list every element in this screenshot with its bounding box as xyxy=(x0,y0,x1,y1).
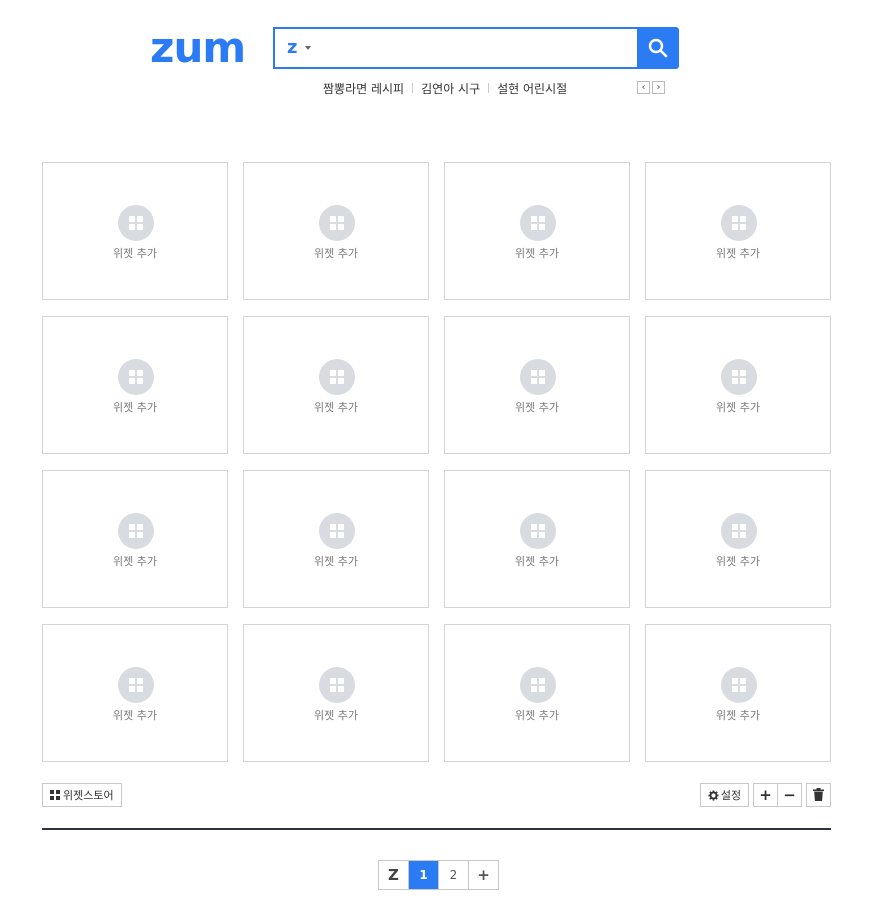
add-widget-tile[interactable]: 위젯 추가 xyxy=(645,470,831,608)
add-widget-tile[interactable]: 위젯 추가 xyxy=(444,162,630,300)
add-widget-tile[interactable]: 위젯 추가 xyxy=(42,624,228,762)
widget-store-label: 위젯스토어 xyxy=(63,789,114,802)
trending-keyword[interactable]: 짬뽕라면 레시피 xyxy=(323,80,404,97)
add-widget-tile[interactable]: 위젯 추가 xyxy=(444,470,630,608)
settings-label: 설정 xyxy=(720,789,742,802)
add-widget-label: 위젯 추가 xyxy=(716,709,760,722)
search-icon xyxy=(648,38,668,58)
add-widget-tile[interactable]: 위젯 추가 xyxy=(444,316,630,454)
widget-add-icon xyxy=(118,359,154,395)
gear-icon xyxy=(708,789,719,801)
widget-add-icon xyxy=(319,359,355,395)
trash-icon xyxy=(813,788,824,801)
search-input[interactable] xyxy=(317,33,631,65)
widget-add-icon xyxy=(520,667,556,703)
add-widget-label: 위젯 추가 xyxy=(515,247,559,260)
widget-add-icon xyxy=(520,513,556,549)
widget-add-icon xyxy=(319,513,355,549)
search-button[interactable] xyxy=(637,27,679,69)
widget-add-icon xyxy=(118,205,154,241)
divider xyxy=(42,828,831,830)
search-box: z xyxy=(273,27,639,69)
keyword-separator xyxy=(412,83,414,93)
widget-add-icon xyxy=(721,667,757,703)
settings-button[interactable]: 설정 xyxy=(700,783,749,807)
keyword-nav: ‹ › xyxy=(637,81,665,94)
add-widget-label: 위젯 추가 xyxy=(515,709,559,722)
add-widget-label: 위젯 추가 xyxy=(314,247,358,260)
add-widget-label: 위젯 추가 xyxy=(314,555,358,568)
add-widget-tile[interactable]: 위젯 추가 xyxy=(243,162,429,300)
page-pager: Z 1 2 + xyxy=(378,860,499,890)
add-widget-label: 위젯 추가 xyxy=(314,709,358,722)
column-size-controls: + − xyxy=(753,783,802,807)
add-widget-tile[interactable]: 위젯 추가 xyxy=(42,316,228,454)
add-widget-label: 위젯 추가 xyxy=(515,555,559,568)
page-button-2[interactable]: 2 xyxy=(438,861,468,889)
add-widget-tile[interactable]: 위젯 추가 xyxy=(243,316,429,454)
add-widget-tile[interactable]: 위젯 추가 xyxy=(42,470,228,608)
widget-add-icon xyxy=(118,513,154,549)
widget-add-icon xyxy=(520,359,556,395)
widget-add-icon xyxy=(319,205,355,241)
trending-keyword[interactable]: 설현 어린시절 xyxy=(497,80,567,97)
widget-store-button[interactable]: 위젯스토어 xyxy=(42,783,122,807)
add-widget-tile[interactable]: 위젯 추가 xyxy=(243,624,429,762)
zum-logo[interactable]: zum xyxy=(150,27,260,69)
add-widget-label: 위젯 추가 xyxy=(314,401,358,414)
add-column-button[interactable]: + xyxy=(754,784,777,806)
widget-add-icon xyxy=(721,205,757,241)
widget-add-icon xyxy=(118,667,154,703)
add-widget-tile[interactable]: 위젯 추가 xyxy=(645,624,831,762)
grid-icon xyxy=(50,790,60,800)
remove-column-button[interactable]: − xyxy=(777,784,801,806)
add-widget-label: 위젯 추가 xyxy=(113,247,157,260)
widget-add-icon xyxy=(319,667,355,703)
delete-button[interactable] xyxy=(806,783,831,807)
add-widget-tile[interactable]: 위젯 추가 xyxy=(243,470,429,608)
widget-add-icon xyxy=(721,359,757,395)
widget-add-icon xyxy=(520,205,556,241)
home-page-button[interactable]: Z xyxy=(379,861,408,889)
add-widget-tile[interactable]: 위젯 추가 xyxy=(645,316,831,454)
add-page-button[interactable]: + xyxy=(468,861,498,889)
keyword-separator xyxy=(488,83,490,93)
add-widget-label: 위젯 추가 xyxy=(716,247,760,260)
add-widget-label: 위젯 추가 xyxy=(515,401,559,414)
search-engine-icon[interactable]: z xyxy=(287,37,297,59)
trending-keyword[interactable]: 김연아 시구 xyxy=(421,80,480,97)
chevron-left-icon[interactable]: ‹ xyxy=(637,81,650,94)
add-widget-tile[interactable]: 위젯 추가 xyxy=(444,624,630,762)
chevron-right-icon[interactable]: › xyxy=(652,81,665,94)
add-widget-label: 위젯 추가 xyxy=(716,555,760,568)
add-widget-tile[interactable]: 위젯 추가 xyxy=(42,162,228,300)
add-widget-label: 위젯 추가 xyxy=(716,401,760,414)
widget-add-icon xyxy=(721,513,757,549)
chevron-down-icon[interactable] xyxy=(305,46,311,50)
add-widget-label: 위젯 추가 xyxy=(113,709,157,722)
add-widget-tile[interactable]: 위젯 추가 xyxy=(645,162,831,300)
add-widget-label: 위젯 추가 xyxy=(113,555,157,568)
trending-keywords: 짬뽕라면 레시피 김연아 시구 설현 어린시절 xyxy=(323,79,567,97)
page-button-1[interactable]: 1 xyxy=(408,861,438,889)
add-widget-label: 위젯 추가 xyxy=(113,401,157,414)
